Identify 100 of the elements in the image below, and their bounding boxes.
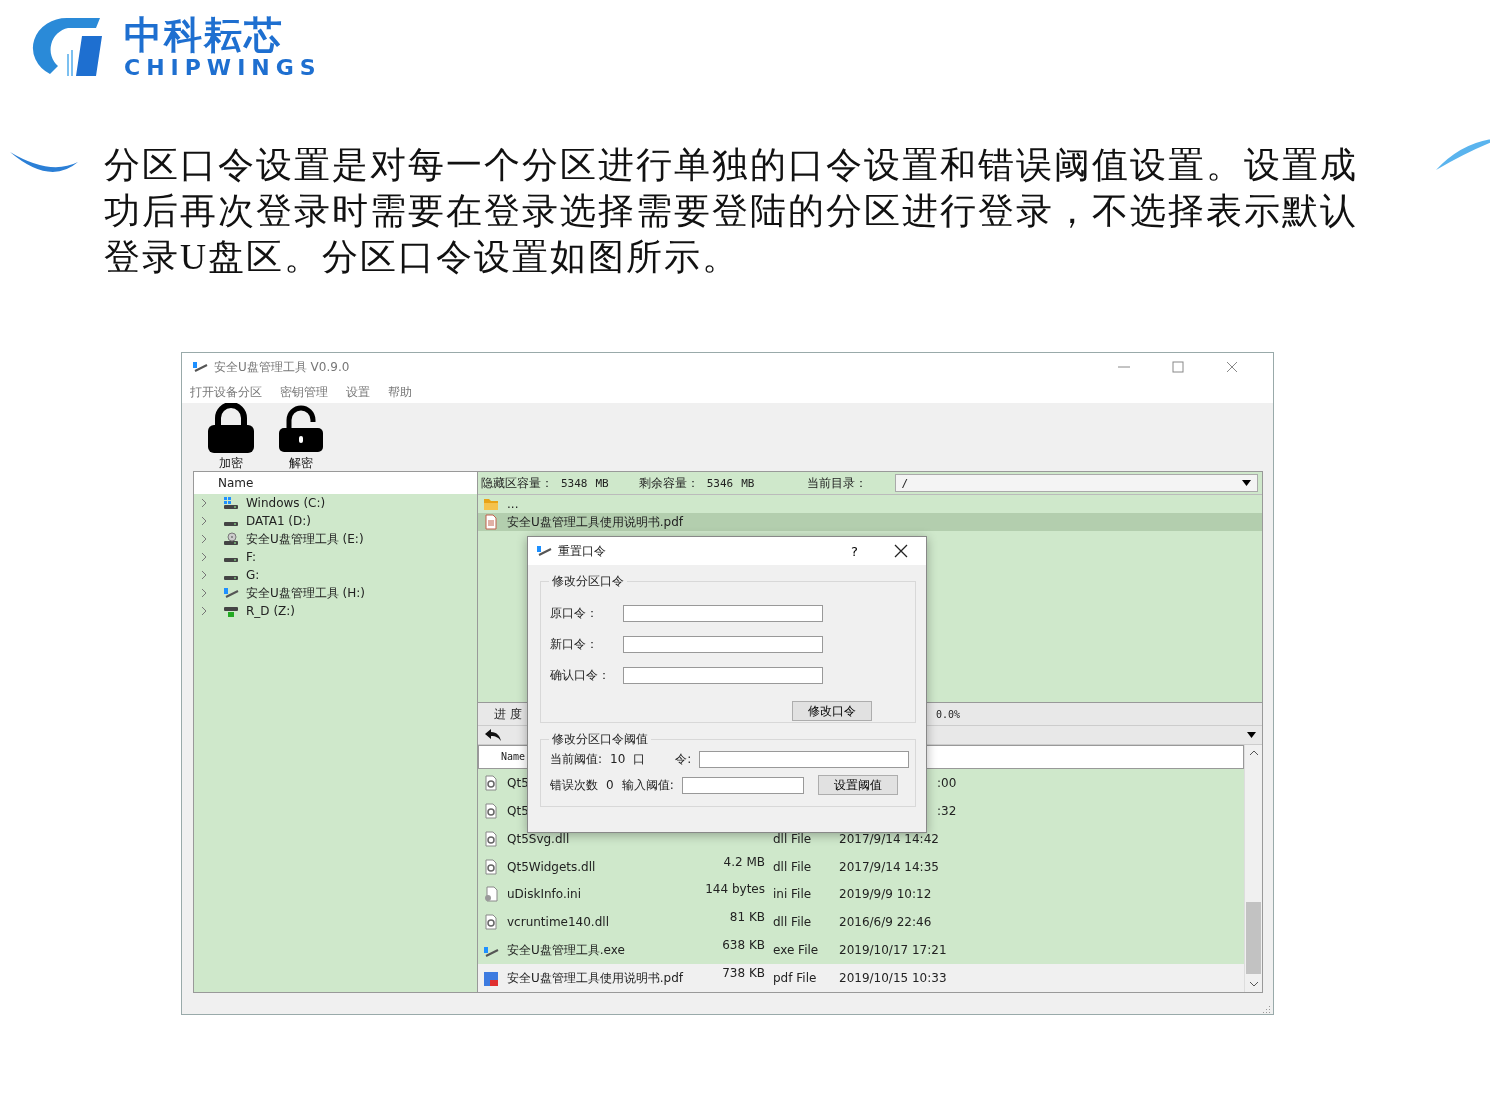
dialog-title: 重置口令 — [558, 542, 607, 560]
file-date: :32 — [937, 803, 957, 818]
input-field[interactable] — [623, 605, 823, 622]
lock-icon — [206, 403, 256, 455]
free-unit: MB — [741, 476, 755, 490]
file-size: 638 KB — [722, 938, 765, 953]
drive-label: F: — [246, 550, 256, 564]
menu-item[interactable]: 打开设备分区 — [190, 383, 262, 401]
resize-grip-icon[interactable] — [1261, 1004, 1271, 1014]
scroll-down-icon[interactable] — [1248, 980, 1259, 988]
menu-item[interactable]: 密钥管理 — [280, 383, 328, 401]
file-size: 4.2 MB — [723, 854, 765, 869]
file-name: 安全U盘管理工具使用说明书.pdf — [507, 970, 684, 988]
file-size: 81 KB — [729, 910, 765, 925]
input-field[interactable] — [623, 636, 823, 653]
gear-file-icon — [483, 802, 499, 819]
directory-label: 当前目录： — [806, 474, 867, 492]
logo-tagline: CHIPWINGS — [124, 56, 322, 80]
directory-dropdown[interactable]: / — [894, 474, 1258, 492]
tree-item[interactable]: G: — [194, 566, 477, 584]
gear-file-icon — [483, 774, 499, 791]
close-icon[interactable] — [894, 544, 908, 558]
file-row[interactable]: vcruntime140.dll 81 KB dll File 2016/6/9 22:46 — [478, 908, 1244, 937]
change-password-button[interactable]: 修改口令 — [792, 701, 872, 721]
capacity-label: 隐藏区容量： — [481, 474, 553, 492]
field-label: 当前阈值: — [550, 750, 603, 768]
intro-paragraph: 分区口令设置是对每一个分区进行单独的口令设置和错误阈值设置。设置成功后再次登录时需要在登录选择需要登陆的分区进行登录，不选择表示默认登录U盘区。分区口令设置如图所示。 — [104, 144, 1359, 279]
file-date: 2017/9/14 14:42 — [839, 831, 939, 846]
tree-item[interactable]: F: — [194, 548, 477, 566]
file-row[interactable]: 安全U盘管理工具使用说明书.pdf — [478, 513, 1262, 531]
file-date: :00 — [937, 775, 957, 790]
gear-file-icon — [483, 830, 499, 847]
file-row[interactable]: ... — [478, 495, 1262, 513]
back-arrow-icon[interactable] — [484, 728, 502, 742]
file-type: ini File — [773, 887, 812, 902]
scrollbar-thumb[interactable] — [1246, 902, 1261, 974]
pdf-file-icon — [483, 970, 499, 987]
document-icon — [483, 514, 499, 530]
input-field[interactable] — [681, 776, 804, 794]
tree-item[interactable]: R_D (Z:) — [194, 602, 477, 620]
logo-name: 中科耘芯 — [124, 14, 284, 56]
gear-file-icon — [483, 914, 499, 931]
set-threshold-button[interactable]: 设置阈值 — [817, 775, 898, 795]
capacity-unit: MB — [595, 476, 609, 490]
menu-item[interactable]: 设置 — [346, 383, 370, 401]
file-type: dll File — [773, 831, 812, 846]
file-row[interactable]: Qt5Widgets.dll 4.2 MB dll File 2017/9/14 14:35 — [478, 852, 1244, 881]
error-count: 0 — [606, 778, 614, 792]
toolbar-button[interactable]: 加密 — [206, 403, 256, 472]
disc-drive-icon — [223, 532, 239, 546]
file-row[interactable]: 安全U盘管理工具使用说明书.pdf 738 KB pdf File 2019/10/15 10:33 — [478, 964, 1244, 993]
file-row[interactable]: 安全U盘管理工具.exe 638 KB exe File 2019/10/17 17:21 — [478, 936, 1244, 965]
free-value: 5346 — [706, 476, 734, 490]
drive-label: Windows (C:) — [246, 496, 326, 510]
group-title: 修改分区口令阈值 — [549, 731, 651, 748]
toolbar-button[interactable]: 解密 — [276, 403, 326, 472]
file-name: Qt5 — [507, 775, 529, 790]
file-date: 2017/9/14 14:35 — [839, 859, 939, 874]
maximize-icon[interactable] — [1171, 360, 1185, 374]
app-icon — [536, 544, 552, 558]
file-name: 安全U盘管理工具.exe — [507, 942, 625, 960]
field-label: 输入阈值: — [621, 776, 674, 794]
scrollbar[interactable] — [1244, 745, 1262, 992]
threshold-value: 10 — [610, 752, 626, 766]
drive-label: 安全U盘管理工具 (E:) — [246, 530, 364, 548]
window-title: 安全U盘管理工具 V0.9.0 — [214, 358, 351, 376]
tree-item[interactable]: DATA1 (D:) — [194, 512, 477, 530]
drive-icon — [224, 557, 238, 562]
dropdown-arrow-icon[interactable] — [1247, 732, 1256, 738]
input-field[interactable] — [623, 667, 823, 684]
scroll-up-icon[interactable] — [1248, 749, 1259, 757]
file-date: 2019/10/17 17:21 — [839, 943, 947, 958]
drive-icon — [223, 496, 239, 510]
field-label: 确认口令： — [550, 667, 611, 684]
input-field[interactable] — [699, 750, 910, 768]
field-label: 令: — [675, 750, 692, 768]
folder-icon — [483, 496, 499, 512]
group-title: 修改分区口令 — [549, 573, 627, 590]
file-name: Qt5Widgets.dll — [507, 859, 596, 874]
settings-file-icon — [483, 886, 499, 903]
file-name: 安全U盘管理工具使用说明书.pdf — [507, 513, 684, 531]
app-icon — [223, 586, 239, 600]
file-type: exe File — [773, 943, 819, 958]
file-row[interactable]: uDiskInfo.ini 144 bytes ini File 2019/9/9 10:12 — [478, 880, 1244, 909]
help-button[interactable]: ? — [851, 543, 858, 559]
file-type: dll File — [773, 859, 812, 874]
unlock-icon — [276, 403, 326, 455]
file-type: dll File — [773, 915, 812, 930]
column-header: Name — [194, 472, 477, 494]
file-size: 738 KB — [722, 966, 765, 981]
dropdown-arrow-icon — [1242, 480, 1251, 486]
drive-label: R_D (Z:) — [246, 604, 296, 618]
field-label: 错误次数 — [550, 776, 598, 794]
tree-item[interactable]: Windows (C:) — [194, 494, 477, 512]
tree-item[interactable]: 安全U盘管理工具 (E:) — [194, 530, 477, 548]
drive-label: G: — [246, 568, 260, 582]
file-name: vcruntime140.dll — [507, 915, 609, 930]
tree-item[interactable]: 安全U盘管理工具 (H:) — [194, 584, 477, 602]
menu-item[interactable]: 帮助 — [388, 383, 412, 401]
field-label: 新口令： — [550, 636, 599, 653]
